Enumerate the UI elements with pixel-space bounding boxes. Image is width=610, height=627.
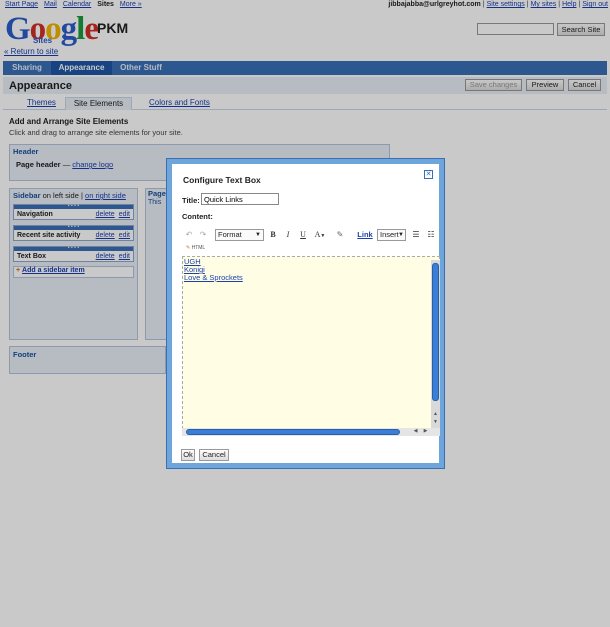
vertical-scroll-thumb[interactable] <box>432 263 439 401</box>
bold-button[interactable]: B <box>268 228 278 242</box>
scroll-down-icon[interactable]: ▼ <box>432 419 439 426</box>
ok-button[interactable]: Ok <box>181 449 195 461</box>
insert-dropdown-label: Insert <box>380 230 399 239</box>
horizontal-scrollbar[interactable]: ◀ ▶ <box>182 428 440 436</box>
numbered-list-icon[interactable]: ☷ <box>426 228 436 242</box>
scroll-up-icon[interactable]: ▲ <box>432 411 439 418</box>
link-button[interactable]: Link <box>356 228 374 242</box>
format-dropdown-label: Format <box>218 230 242 239</box>
underline-button[interactable]: U <box>298 228 308 242</box>
html-edit-button[interactable]: ✎ HTML <box>186 245 205 251</box>
title-label: Title: <box>182 196 200 205</box>
chevron-down-icon: ▼ <box>255 232 261 238</box>
title-field[interactable] <box>201 193 279 205</box>
chevron-down-icon: ▼ <box>398 232 404 238</box>
text-color-button[interactable]: A▼ <box>313 228 327 242</box>
pencil-icon: ✎ <box>186 245 191 251</box>
format-dropdown[interactable]: Format ▼ <box>215 229 264 241</box>
scroll-right-icon[interactable]: ▶ <box>422 428 429 435</box>
vertical-scrollbar[interactable]: ▲ ▼ <box>431 260 440 429</box>
content-link-love-sprockets[interactable]: Love & Sprockets <box>184 273 243 282</box>
dialog-body: Configure Text Box ✕ Title: Content: ↶ ↷… <box>172 164 441 463</box>
chevron-down-icon: ▼ <box>320 234 326 239</box>
highlight-color-icon[interactable]: ✎ <box>333 228 347 242</box>
scroll-left-icon[interactable]: ◀ <box>412 428 419 435</box>
editor-toolbar: ↶ ↷ Format ▼ B I U A▼ ✎ Link Insert ▼ ☰ ☷ <box>182 228 441 242</box>
close-icon[interactable]: ✕ <box>424 170 433 179</box>
bulleted-list-icon[interactable]: ☰ <box>411 228 421 242</box>
html-label: HTML <box>191 245 206 251</box>
redo-icon[interactable]: ↷ <box>198 228 208 242</box>
insert-dropdown[interactable]: Insert ▼ <box>377 229 406 241</box>
dialog-title: Configure Text Box <box>183 175 261 185</box>
content-label: Content: <box>182 212 213 221</box>
undo-icon[interactable]: ↶ <box>184 228 194 242</box>
dialog-cancel-button[interactable]: Cancel <box>199 449 229 461</box>
horizontal-scroll-thumb[interactable] <box>186 429 400 435</box>
italic-button[interactable]: I <box>283 228 293 242</box>
rich-text-editor[interactable]: UGH Konigi Love & Sprockets <box>182 256 440 434</box>
configure-text-box-dialog: Configure Text Box ✕ Title: Content: ↶ ↷… <box>166 158 445 469</box>
